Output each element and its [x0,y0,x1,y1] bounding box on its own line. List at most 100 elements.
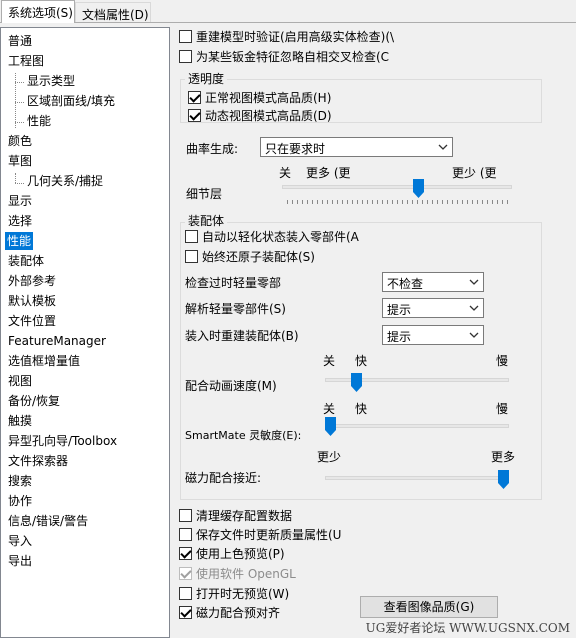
mate-speed-fast-label: 快 [355,354,368,368]
tree-item-collaboration[interactable]: 协作 [6,492,34,510]
tree-item-colors[interactable]: 颜色 [6,132,34,150]
forum-watermark: UG爱好者论坛 WWW.UGSNX.COM [365,621,570,635]
smartmate-slider-track [325,424,509,428]
tree-item-export[interactable]: 导出 [6,552,34,570]
options-tree: 普通 工程图 显示类型 区域剖面线/填充 性能 颜色 草图 几何关系/捕捉 显示… [0,27,170,638]
tree-item-external-references[interactable]: 外部参考 [6,272,58,290]
rebuild-verify-option[interactable]: 重建模型时验证(启用高级实体检查)(\ [179,28,394,44]
auto-lightweight-option[interactable]: 自动以轻化状态装入零部件(A [185,228,359,244]
smartmate-label: SmartMate 灵敏度(E): [185,429,302,442]
ignore-self-intersect-checkbox[interactable] [179,49,192,63]
tree-item-file-explorer[interactable]: 文件探索器 [6,452,70,470]
tree-item-display[interactable]: 显示 [6,192,34,210]
tree-item-spin-box-increments[interactable]: 选值框增量值 [6,352,82,370]
tree-item-drawing-performance[interactable]: 性能 [25,112,53,130]
check-outdated-label: 检查过时轻量零部 [185,276,282,290]
ignore-self-intersect-option[interactable]: 为某些钣金特征忽略自相交叉检查(C [179,48,389,64]
magnetic-proximity-label: 磁力配合接近: [185,471,262,485]
view-image-quality-button[interactable]: 查看图像品质(G) [360,596,498,618]
software-opengl-checkbox [179,566,192,580]
rebuild-verify-label: 重建模型时验证(启用高级实体检查)(\ [196,29,395,44]
assembly-group-title: 装配体 [185,212,228,229]
check-outdated-select[interactable]: 不检查 [382,272,484,292]
tree-item-general[interactable]: 普通 [6,32,34,50]
auto-lightweight-checkbox[interactable] [185,229,198,243]
rebuild-verify-checkbox[interactable] [179,29,192,43]
software-opengl-label: 使用软件 OpenGL [196,566,296,581]
tree-connector [15,173,16,183]
shaded-preview-option[interactable]: 使用上色预览(P) [179,545,285,561]
update-quality-option[interactable]: 保存文件时更新质量属性(U [179,526,341,542]
tree-connector [15,82,24,83]
tree-item-selection[interactable]: 选择 [6,212,34,230]
dynamic-view-hq-option[interactable]: 动态视图模式高品质(D) [188,107,332,123]
always-resolve-option[interactable]: 始终还原子装配体(S) [185,248,315,264]
transparency-group-title: 透明度 [185,70,228,87]
chevron-down-icon [469,332,479,338]
tree-connector [15,183,24,184]
magnetic-presnap-checkbox[interactable] [179,605,192,619]
mate-speed-slider-thumb[interactable] [350,373,362,392]
magnetic-slider-thumb[interactable] [498,470,509,489]
chevron-down-icon [469,305,479,311]
tree-item-view[interactable]: 视图 [6,372,34,390]
smartmate-slider-thumb[interactable] [325,417,336,436]
no-preview-open-option[interactable]: 打开时无预览(W) [179,585,289,601]
tree-item-assemblies[interactable]: 装配体 [6,252,46,270]
tree-item-file-locations[interactable]: 文件位置 [6,312,58,330]
tab-system-options[interactable]: 系统选项(S) [1,0,75,23]
always-resolve-checkbox[interactable] [185,249,198,263]
tree-item-display-type[interactable]: 显示类型 [25,72,77,90]
tree-item-performance[interactable]: 性能 [5,232,34,250]
mate-speed-label: 配合动画速度(M) [185,379,277,393]
update-quality-checkbox[interactable] [179,527,192,541]
normal-view-hq-option[interactable]: 正常视图模式高品质(H) [188,89,331,105]
magnetic-more-label: 更多 [491,450,516,464]
curvature-generation-select[interactable]: 只在要求时 [260,137,453,157]
tree-item-messages-errors[interactable]: 信息/错误/警告 [6,512,90,530]
resolve-lightweight-value: 提示 [387,303,412,317]
tree-item-featuremanager[interactable]: FeatureManager [6,332,108,350]
tree-item-sketch[interactable]: 草图 [6,152,34,170]
no-preview-open-checkbox[interactable] [179,586,192,600]
lod-slider-ticks [287,200,508,204]
mate-speed-off-label: 关 [323,354,336,368]
tree-item-hole-wizard-toolbox[interactable]: 异型孔向导/Toolbox [6,432,119,450]
tree-connector [15,102,24,103]
dynamic-view-hq-label: 动态视图模式高品质(D) [205,108,332,123]
tree-item-import[interactable]: 导入 [6,532,34,550]
update-quality-label: 保存文件时更新质量属性(U [196,527,342,542]
normal-view-hq-checkbox[interactable] [188,90,201,104]
smartmate-slow-label: 慢 [496,402,509,416]
auto-lightweight-label: 自动以轻化状态装入零部件(A [202,229,359,244]
dynamic-view-hq-checkbox[interactable] [188,108,201,122]
purge-cache-checkbox[interactable] [179,508,192,522]
tree-item-area-hatch[interactable]: 区域剖面线/填充 [25,92,117,110]
lod-off-label: 关 [279,166,292,180]
tree-item-default-templates[interactable]: 默认模板 [6,292,58,310]
check-outdated-value: 不检查 [387,277,424,291]
rebuild-on-load-select[interactable]: 提示 [382,325,484,345]
normal-view-hq-label: 正常视图模式高品质(H) [205,90,332,105]
tree-item-relations-snaps[interactable]: 几何关系/捕捉 [25,172,105,190]
lod-slider-thumb[interactable] [413,179,425,198]
smartmate-off-label: 关 [323,402,336,416]
chevron-down-icon [438,144,448,150]
tree-connector [15,122,24,123]
lod-slider-track [282,185,512,189]
magnetic-slider-track [325,476,509,480]
tree-item-search[interactable]: 搜索 [6,472,34,490]
tree-item-touch[interactable]: 触摸 [6,412,34,430]
magnetic-presnap-option[interactable]: 磁力配合预对齐 [179,604,280,620]
tree-item-drawings[interactable]: 工程图 [6,52,46,70]
lod-label: 细节层 [186,187,223,201]
smartmate-fast-label: 快 [355,402,368,416]
resolve-lightweight-select[interactable]: 提示 [382,298,484,318]
curvature-generation-label: 曲率生成: [186,142,239,156]
shaded-preview-checkbox[interactable] [179,546,192,560]
tree-item-backup-recover[interactable]: 备份/恢复 [6,392,62,410]
curvature-generation-value: 只在要求时 [265,142,326,156]
mate-speed-slow-label: 慢 [496,354,509,368]
purge-cache-option[interactable]: 清理缓存配置数据 [179,507,292,523]
tab-document-properties[interactable]: 文档属性(D) [75,2,151,22]
